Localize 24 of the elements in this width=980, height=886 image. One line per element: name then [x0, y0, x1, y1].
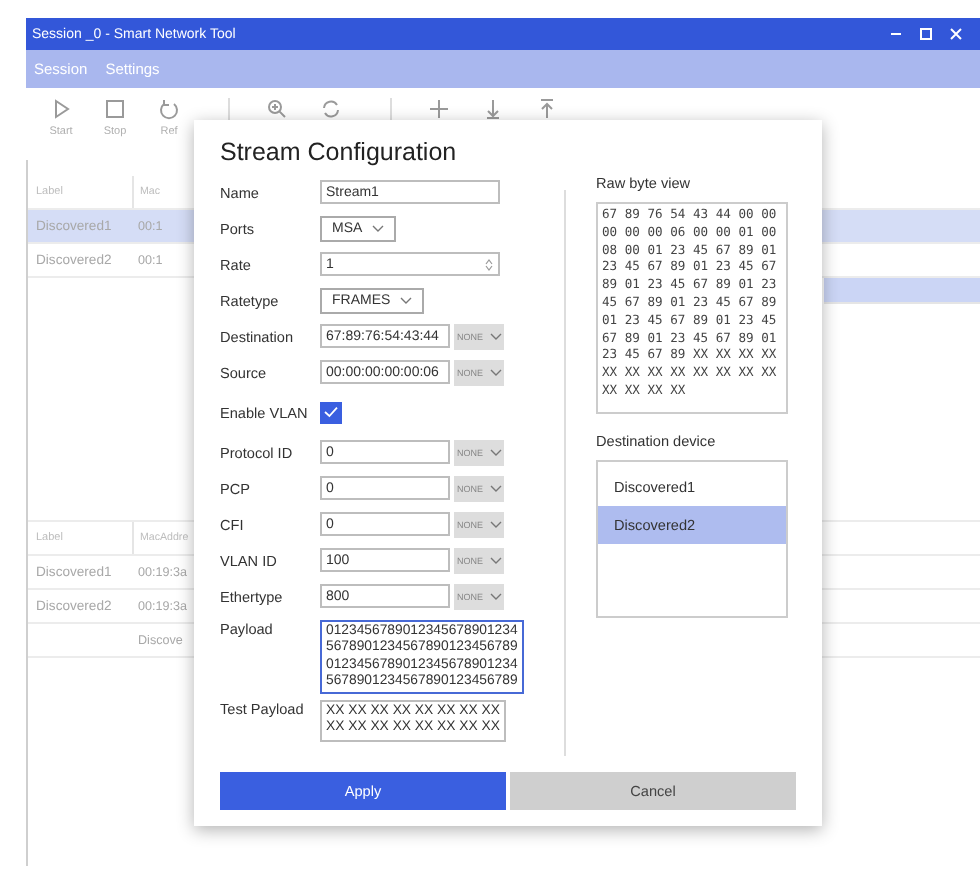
chevron-down-icon	[489, 555, 501, 565]
chevron-down-icon	[400, 295, 413, 305]
stop-icon	[104, 98, 126, 120]
download-icon[interactable]	[482, 98, 504, 120]
chevron-down-icon	[489, 591, 501, 601]
chevron-down-icon	[372, 223, 385, 233]
chevron-down-icon	[489, 483, 501, 493]
chevron-down-icon	[489, 331, 501, 341]
minimize-icon	[890, 28, 902, 40]
refresh-icon	[158, 98, 180, 120]
chevron-down-icon	[489, 367, 501, 377]
check-icon	[324, 406, 338, 418]
chevron-down-icon	[489, 447, 501, 457]
zoom-icon[interactable]	[266, 98, 288, 120]
upload-icon[interactable]	[536, 98, 558, 120]
dialog-title: Stream Configuration	[220, 138, 459, 166]
play-icon	[50, 98, 72, 120]
sync-icon[interactable]	[320, 98, 342, 120]
close-icon	[950, 28, 962, 40]
maximize-icon	[920, 28, 932, 40]
chevron-down-icon	[489, 519, 501, 529]
plus-icon[interactable]	[428, 98, 450, 120]
checkbox[interactable]	[320, 401, 342, 423]
spinner-icon	[484, 257, 494, 271]
